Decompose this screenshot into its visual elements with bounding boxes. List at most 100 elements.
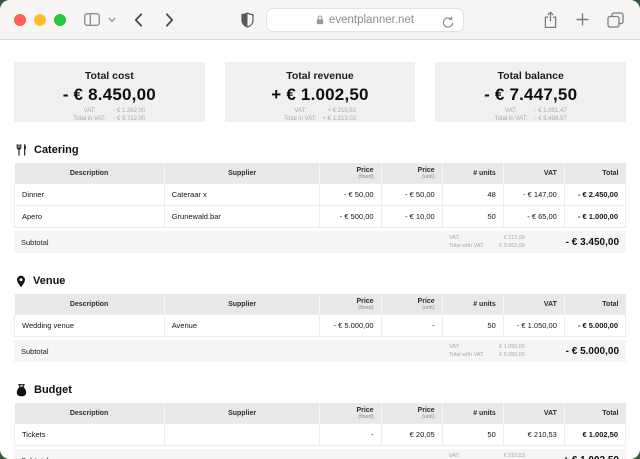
cell-supplier[interactable]: Cateraar x bbox=[163, 183, 321, 206]
column-header-description: Description bbox=[14, 163, 165, 184]
cell-supplier[interactable]: Avenue bbox=[163, 314, 321, 337]
forward-button[interactable] bbox=[163, 11, 176, 29]
cell-description[interactable]: Tickets bbox=[14, 423, 165, 446]
cell-supplier[interactable] bbox=[163, 423, 321, 446]
cell-price-unit[interactable]: - € 50,00 bbox=[380, 183, 443, 206]
subtotal-vat-value: € 212,00 bbox=[503, 235, 525, 241]
sidebar-toggle-button[interactable] bbox=[82, 11, 102, 28]
column-header-description: Description bbox=[14, 403, 165, 424]
page-content: Total cost - € 8.450,00 VAT: - € 1.262,0… bbox=[0, 40, 640, 459]
summary-card: Total balance - € 7.447,50 VAT: - € 1.05… bbox=[435, 62, 627, 123]
table-row: Wedding venue Avenue - € 5.000,00-50- € 1.… bbox=[14, 314, 627, 337]
table-row: Apero Grunewald.bar - € 500,00- € 10,00 50-… bbox=[14, 205, 627, 228]
card-vat-details: VAT: - € 1.051,47 Total in VAT: - € 8.49… bbox=[495, 108, 567, 123]
column-header-supplier: Supplier bbox=[163, 403, 320, 424]
section-title: Venue bbox=[33, 275, 66, 287]
cell-price-fixed[interactable]: - € 500,00 bbox=[319, 205, 382, 228]
summary-cards: Total cost - € 8.450,00 VAT: - € 1.262,0… bbox=[14, 62, 627, 123]
column-header-total: Total bbox=[563, 294, 626, 315]
sections: Catering Description Supplier Price (fixed)… bbox=[14, 144, 627, 459]
card-value: + € 1.002,50 bbox=[271, 85, 369, 104]
cell-units[interactable]: 50 bbox=[441, 205, 504, 228]
column-header-total: Total bbox=[563, 403, 626, 424]
subtotal-vat-details: VAT: € 1.050,00 Total with VAT: € 6.050,… bbox=[449, 344, 525, 358]
reload-button[interactable] bbox=[440, 14, 456, 31]
card-vat-details: VAT: + € 210,53 Total in VAT: + € 1.213,… bbox=[284, 108, 356, 123]
column-header-vat: VAT bbox=[502, 294, 565, 315]
subtotal-twv-label: Total with VAT: bbox=[449, 242, 485, 249]
section-title: Budget bbox=[34, 384, 72, 396]
column-header-units: # units bbox=[441, 403, 504, 424]
cell-price-fixed[interactable]: - € 50,00 bbox=[319, 183, 382, 206]
cell-description[interactable]: Dinner bbox=[14, 183, 165, 206]
section-title: Catering bbox=[34, 144, 79, 156]
section: Venue Description Supplier Price (fixed) Pri… bbox=[14, 275, 627, 362]
section-header: Catering bbox=[14, 144, 626, 156]
cell-price-fixed[interactable]: - bbox=[319, 423, 382, 446]
column-header-supplier: Supplier bbox=[163, 294, 320, 315]
column-header-vat: VAT bbox=[502, 163, 565, 184]
cell-units[interactable]: 50 bbox=[441, 314, 504, 337]
cell-supplier[interactable]: Grunewald.bar bbox=[163, 205, 321, 228]
close-window-button[interactable] bbox=[14, 13, 26, 26]
card-value: - € 8.450,00 bbox=[62, 85, 156, 104]
browser-window: eventplanner.net Total cost - € 8.450,00… bbox=[0, 0, 640, 459]
subtotal-label: Subtotal bbox=[21, 237, 49, 247]
share-button[interactable] bbox=[541, 9, 560, 31]
cell-total[interactable]: - € 1.000,00 bbox=[563, 205, 627, 228]
zoom-window-button[interactable] bbox=[54, 13, 66, 26]
subtotal-vat-value: € 210,53 bbox=[503, 453, 525, 459]
subtotal-total: - € 5.000,00 bbox=[565, 345, 619, 357]
cell-vat[interactable]: - € 147,00 bbox=[502, 183, 565, 206]
column-header-units: # units bbox=[441, 294, 504, 315]
card-value: - € 7.447,50 bbox=[484, 85, 578, 104]
subtotal-twv-value: € 3.662,00 bbox=[499, 242, 525, 249]
new-tab-button[interactable] bbox=[573, 10, 592, 29]
cell-price-unit[interactable]: - bbox=[380, 314, 443, 337]
subtotal-twv-value: € 6.050,00 bbox=[499, 351, 525, 358]
section-header: Budget bbox=[14, 383, 626, 396]
total-in-vat-value: + € 1.213,03 bbox=[322, 116, 356, 122]
chevron-down-icon[interactable] bbox=[106, 15, 118, 25]
section: Budget Description Supplier Price (fixed) Pr… bbox=[14, 383, 627, 459]
cell-total[interactable]: - € 2.450,00 bbox=[563, 183, 627, 206]
cell-units[interactable]: 48 bbox=[441, 183, 504, 206]
browser-chrome: eventplanner.net bbox=[0, 0, 640, 40]
address-bar[interactable]: eventplanner.net bbox=[266, 7, 464, 32]
cell-vat[interactable]: - € 65,00 bbox=[502, 205, 565, 228]
subtotal-vat-label: VAT: bbox=[449, 453, 460, 459]
cell-description[interactable]: Wedding venue bbox=[14, 314, 165, 337]
card-title: Total revenue bbox=[286, 70, 354, 82]
cell-units[interactable]: 50 bbox=[441, 423, 504, 446]
vat-value: - € 1.262,00 bbox=[113, 108, 146, 114]
vat-label: VAT: bbox=[83, 108, 96, 114]
card-vat-details: VAT: - € 1.262,00 Total in VAT: - € 9.71… bbox=[73, 108, 145, 123]
column-header-price-unit: Price (unit) bbox=[380, 294, 443, 315]
subtotal-vat-label: VAT: bbox=[449, 344, 460, 350]
subtotal-vat-details: VAT: € 212,00 Total with VAT: € 3.662,00 bbox=[449, 235, 525, 249]
column-header-price-fixed: Price (fixed) bbox=[319, 294, 382, 315]
cell-description[interactable]: Apero bbox=[14, 205, 165, 228]
subtotal-row: Subtotal VAT: € 212,00 Total with VAT: €… bbox=[14, 231, 626, 253]
column-header-price-fixed: Price (fixed) bbox=[319, 403, 382, 424]
cell-vat[interactable]: - € 1.050,00 bbox=[502, 314, 565, 337]
url-text: eventplanner.net bbox=[328, 13, 415, 26]
privacy-shield-icon[interactable] bbox=[239, 10, 256, 30]
cell-total[interactable]: - € 5.000,00 bbox=[563, 314, 627, 337]
summary-card: Total cost - € 8.450,00 VAT: - € 1.262,0… bbox=[14, 62, 205, 122]
subtotal-total: - € 3.450,00 bbox=[565, 236, 619, 248]
section-header: Venue bbox=[14, 275, 626, 287]
cell-total[interactable]: € 1.002,50 bbox=[563, 423, 627, 446]
back-button[interactable] bbox=[132, 11, 145, 29]
subtotal-vat-label: VAT: bbox=[449, 235, 460, 241]
cell-price-unit[interactable]: - € 10,00 bbox=[380, 205, 443, 228]
table-header-row: Description Supplier Price (fixed) Price (uni… bbox=[14, 294, 626, 315]
tab-overview-button[interactable] bbox=[605, 10, 626, 30]
cell-vat[interactable]: € 210,53 bbox=[502, 423, 565, 446]
cell-price-unit[interactable]: € 20,05 bbox=[380, 423, 443, 446]
cell-price-fixed[interactable]: - € 5.000,00 bbox=[319, 314, 382, 337]
utensils-icon bbox=[16, 144, 27, 156]
table-header-row: Description Supplier Price (fixed) Price (uni… bbox=[14, 163, 626, 184]
subtotal-row: Subtotal VAT: € 210,53 Total with VAT: €… bbox=[14, 449, 626, 459]
minimize-window-button[interactable] bbox=[34, 13, 46, 26]
